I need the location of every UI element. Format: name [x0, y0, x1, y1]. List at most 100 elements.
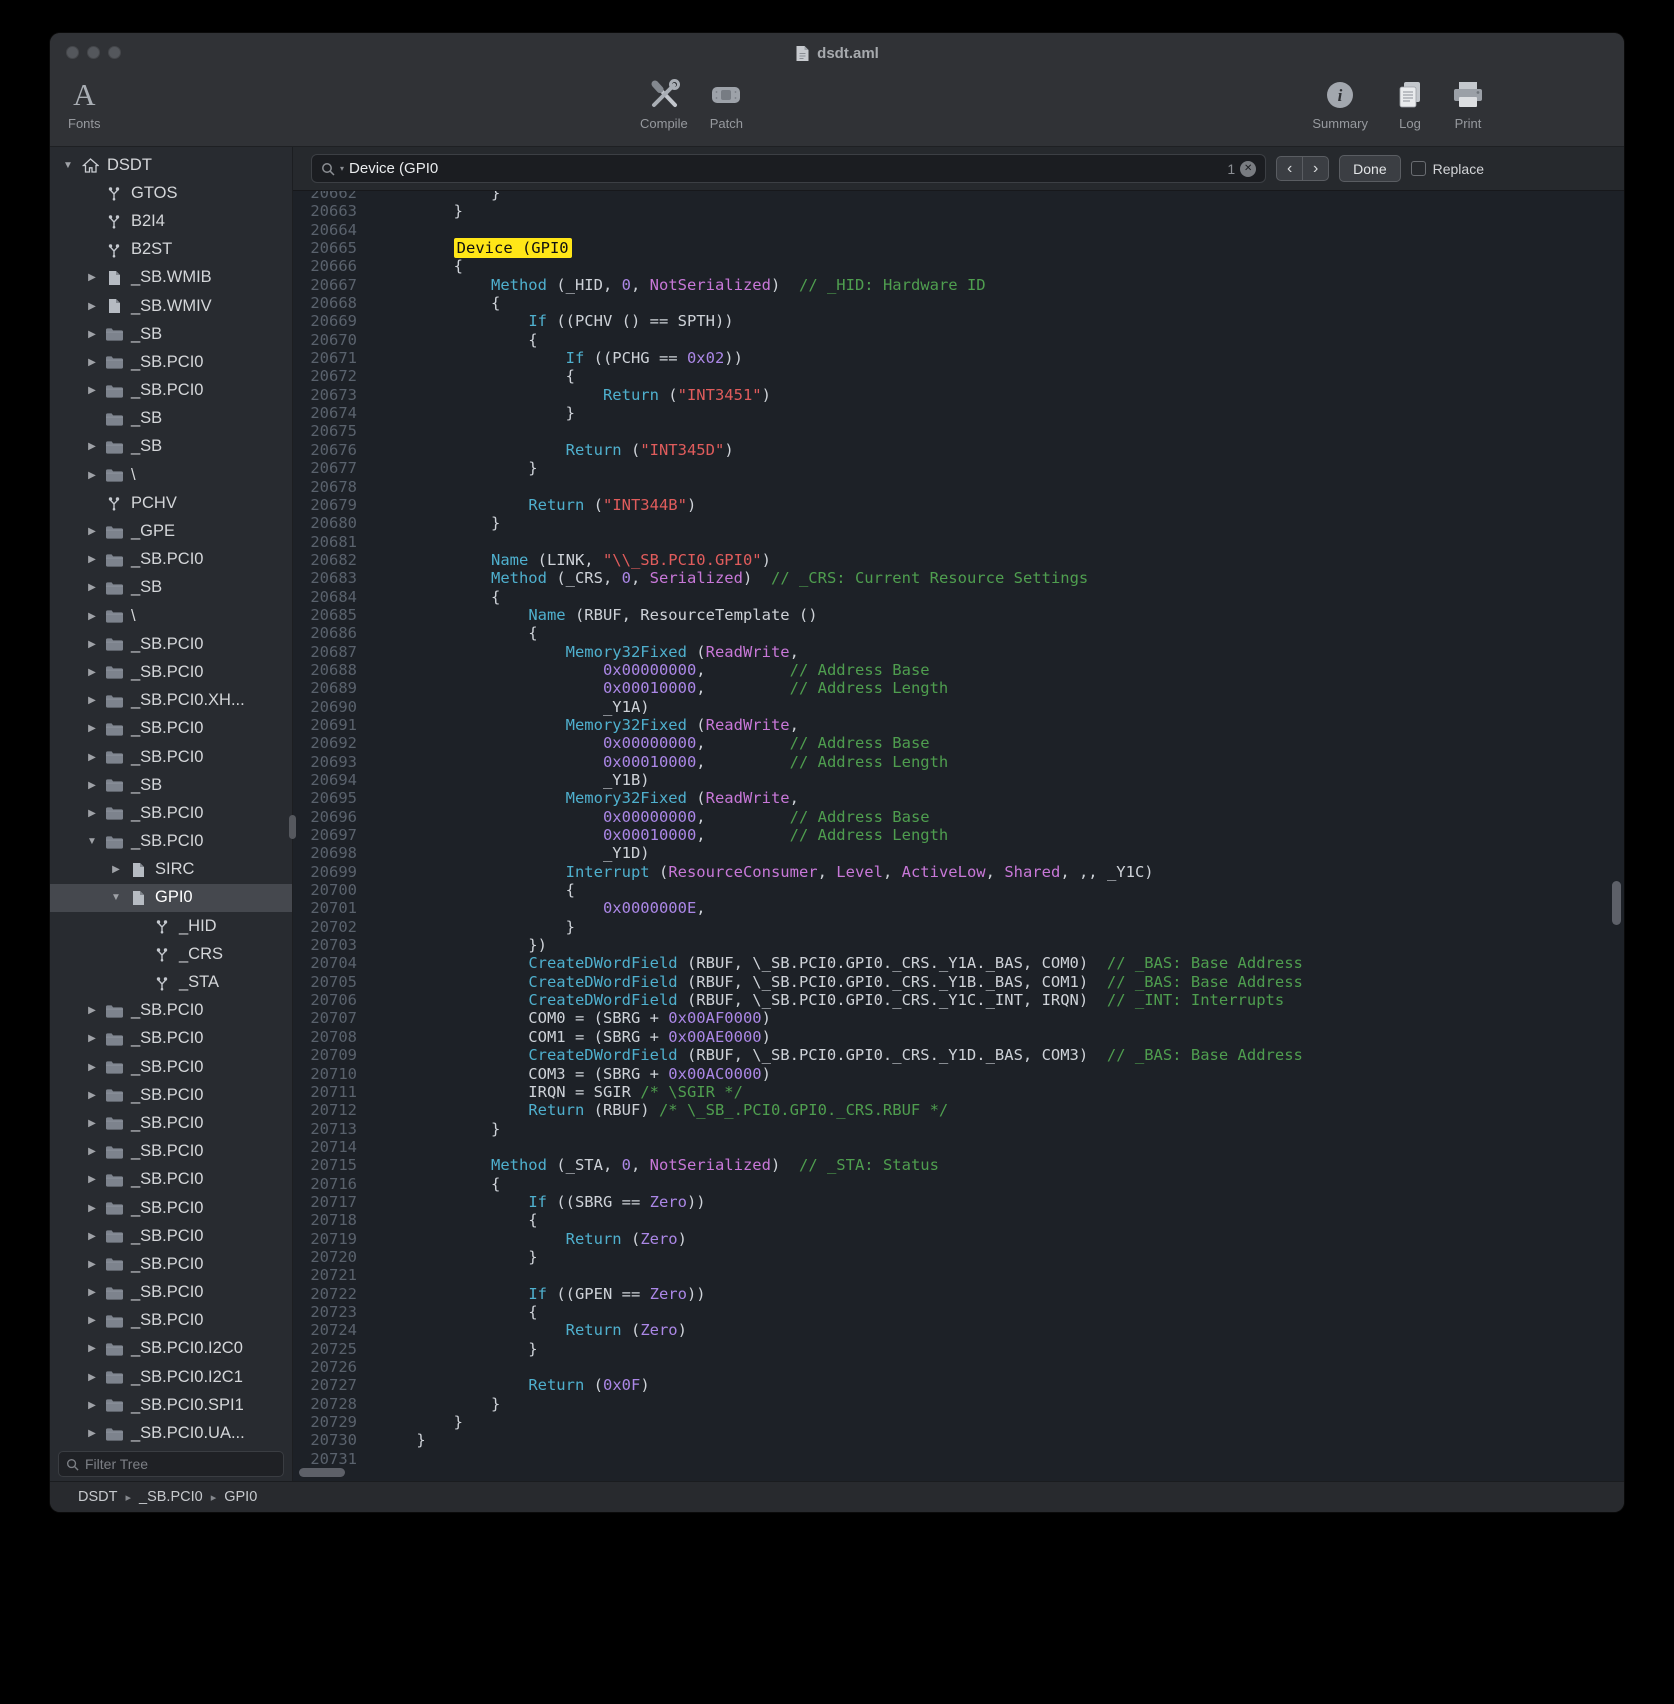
- tree-item[interactable]: _SB: [50, 405, 292, 433]
- code-line[interactable]: Interrupt (ResourceConsumer, Level, Acti…: [379, 863, 1624, 881]
- code-line[interactable]: Method (_HID, 0, NotSerialized) // _HID:…: [379, 276, 1624, 294]
- code-line[interactable]: CreateDWordField (RBUF, \_SB.PCI0.GPI0._…: [379, 1046, 1624, 1064]
- tree-item[interactable]: ▼_SB.PCI0: [50, 828, 292, 856]
- code-line[interactable]: If ((GPEN == Zero)): [379, 1285, 1624, 1303]
- disclosure-triangle-icon[interactable]: ▶: [82, 1033, 102, 1044]
- code-line[interactable]: [379, 478, 1624, 496]
- summary-button[interactable]: i Summary: [1312, 77, 1368, 131]
- titlebar[interactable]: dsdt.aml: [50, 33, 1624, 73]
- code-line[interactable]: {: [379, 1175, 1624, 1193]
- tree-item[interactable]: ▶_SB.PCI0: [50, 348, 292, 376]
- disclosure-triangle-icon[interactable]: ▶: [82, 1005, 102, 1016]
- code-line[interactable]: Return ("INT345D"): [379, 441, 1624, 459]
- code-line[interactable]: }: [379, 1413, 1624, 1431]
- code-line[interactable]: CreateDWordField (RBUF, \_SB.PCI0.GPI0._…: [379, 954, 1624, 972]
- compile-button[interactable]: Compile: [640, 77, 688, 131]
- tree-item[interactable]: GTOS: [50, 179, 292, 207]
- tree-item[interactable]: ▶_SB.PCI0: [50, 377, 292, 405]
- zoom-button[interactable]: [108, 46, 121, 59]
- code-line[interactable]: }: [379, 514, 1624, 532]
- tree-item[interactable]: ▶\: [50, 602, 292, 630]
- code-pane[interactable]: } } Device (GPI0 { Method (_HID, 0, NotS…: [369, 191, 1624, 1468]
- code-line[interactable]: Memory32Fixed (ReadWrite,: [379, 789, 1624, 807]
- disclosure-triangle-icon[interactable]: ▶: [82, 808, 102, 819]
- close-button[interactable]: [66, 46, 79, 59]
- disclosure-triangle-icon[interactable]: ▶: [82, 1259, 102, 1270]
- code-line[interactable]: Name (LINK, "\\_SB.PCI0.GPI0"): [379, 551, 1624, 569]
- code-line[interactable]: Return (RBUF) /* \_SB_.PCI0.GPI0._CRS.RB…: [379, 1101, 1624, 1119]
- tree-item[interactable]: ▶_SB.WMIB: [50, 264, 292, 292]
- code-line[interactable]: [379, 1450, 1624, 1468]
- disclosure-triangle-icon[interactable]: ▶: [82, 1174, 102, 1185]
- tree-item[interactable]: ▶_SB: [50, 574, 292, 602]
- disclosure-triangle-icon[interactable]: ▶: [82, 695, 102, 706]
- disclosure-triangle-icon[interactable]: ▶: [82, 1400, 102, 1411]
- patch-button[interactable]: Patch: [710, 77, 743, 131]
- code-line[interactable]: Return ("INT3451"): [379, 386, 1624, 404]
- tree-item[interactable]: ▶_SB.PCI0: [50, 1081, 292, 1109]
- disclosure-triangle-icon[interactable]: ▶: [82, 1372, 102, 1383]
- tree-item[interactable]: ▶_GPE: [50, 517, 292, 545]
- code-line[interactable]: }: [379, 918, 1624, 936]
- disclosure-triangle-icon[interactable]: ▼: [58, 160, 78, 171]
- tree-item[interactable]: ▶_SB.PCI0: [50, 1194, 292, 1222]
- code-line[interactable]: Return ("INT344B"): [379, 496, 1624, 514]
- disclosure-triangle-icon[interactable]: ▶: [82, 1343, 102, 1354]
- code-line[interactable]: [379, 221, 1624, 239]
- disclosure-triangle-icon[interactable]: ▼: [106, 892, 126, 903]
- tree-item[interactable]: ▶_SB: [50, 433, 292, 461]
- tree-item[interactable]: ▶_SB.PCI0: [50, 1166, 292, 1194]
- tree-item[interactable]: ▶_SB.PCI0.I2C1: [50, 1363, 292, 1391]
- tree-item[interactable]: ▼GPI0: [50, 884, 292, 912]
- tree-item[interactable]: B2ST: [50, 236, 292, 264]
- code-line[interactable]: Return (Zero): [379, 1230, 1624, 1248]
- replace-checkbox[interactable]: [1411, 161, 1426, 176]
- code-line[interactable]: }): [379, 936, 1624, 954]
- print-button[interactable]: Print: [1452, 77, 1484, 131]
- code-line[interactable]: {: [379, 1303, 1624, 1321]
- find-next-button[interactable]: ›: [1302, 156, 1329, 181]
- breadcrumb-item[interactable]: DSDT: [78, 1489, 117, 1505]
- disclosure-triangle-icon[interactable]: ▶: [82, 1118, 102, 1129]
- code-line[interactable]: CreateDWordField (RBUF, \_SB.PCI0.GPI0._…: [379, 991, 1624, 1009]
- code-line[interactable]: }: [379, 1431, 1624, 1449]
- log-button[interactable]: Log: [1396, 77, 1424, 131]
- tree-item[interactable]: ▶_SB.PCI0: [50, 658, 292, 686]
- tree-item[interactable]: ▶_SB.PCI0: [50, 1222, 292, 1250]
- disclosure-triangle-icon[interactable]: ▼: [82, 836, 102, 847]
- disclosure-triangle-icon[interactable]: ▶: [82, 385, 102, 396]
- breadcrumb-item[interactable]: _SB.PCI0: [139, 1489, 203, 1505]
- disclosure-triangle-icon[interactable]: ▶: [82, 554, 102, 565]
- tree-item[interactable]: ▶_SB.WMIV: [50, 292, 292, 320]
- code-line[interactable]: }: [379, 404, 1624, 422]
- disclosure-triangle-icon[interactable]: ▶: [82, 611, 102, 622]
- filter-tree-input[interactable]: Filter Tree: [58, 1451, 284, 1477]
- minimize-button[interactable]: [87, 46, 100, 59]
- code-line[interactable]: 0x00010000, // Address Length: [379, 679, 1624, 697]
- breadcrumb-item[interactable]: GPI0: [224, 1489, 257, 1505]
- tree-item[interactable]: ▶_SB.PCI0.XH...: [50, 687, 292, 715]
- disclosure-triangle-icon[interactable]: ▶: [82, 526, 102, 537]
- tree-item[interactable]: ▶_SB.PCI0: [50, 630, 292, 658]
- code-line[interactable]: _Y1D): [379, 844, 1624, 862]
- code-line[interactable]: 0x00000000, // Address Base: [379, 661, 1624, 679]
- disclosure-triangle-icon[interactable]: ▶: [82, 301, 102, 312]
- code-line[interactable]: _Y1B): [379, 771, 1624, 789]
- code-line[interactable]: CreateDWordField (RBUF, \_SB.PCI0.GPI0._…: [379, 973, 1624, 991]
- code-line[interactable]: [379, 1358, 1624, 1376]
- tree-item[interactable]: ▶\: [50, 461, 292, 489]
- disclosure-triangle-icon[interactable]: ▶: [82, 1231, 102, 1242]
- code-line[interactable]: }: [379, 1120, 1624, 1138]
- code-line[interactable]: [379, 533, 1624, 551]
- code-line[interactable]: 0x0000000E,: [379, 899, 1624, 917]
- code-line[interactable]: [379, 422, 1624, 440]
- disclosure-triangle-icon[interactable]: ▶: [82, 639, 102, 650]
- disclosure-triangle-icon[interactable]: ▶: [82, 357, 102, 368]
- disclosure-triangle-icon[interactable]: ▶: [82, 752, 102, 763]
- vertical-scrollbar-thumb[interactable]: [1612, 881, 1621, 925]
- done-button[interactable]: Done: [1339, 155, 1400, 182]
- code-line[interactable]: COM1 = (SBRG + 0x00AE0000): [379, 1028, 1624, 1046]
- code-line[interactable]: }: [379, 1248, 1624, 1266]
- tree-item[interactable]: ▶_SB.PCI0: [50, 1025, 292, 1053]
- code-line[interactable]: Return (0x0F): [379, 1376, 1624, 1394]
